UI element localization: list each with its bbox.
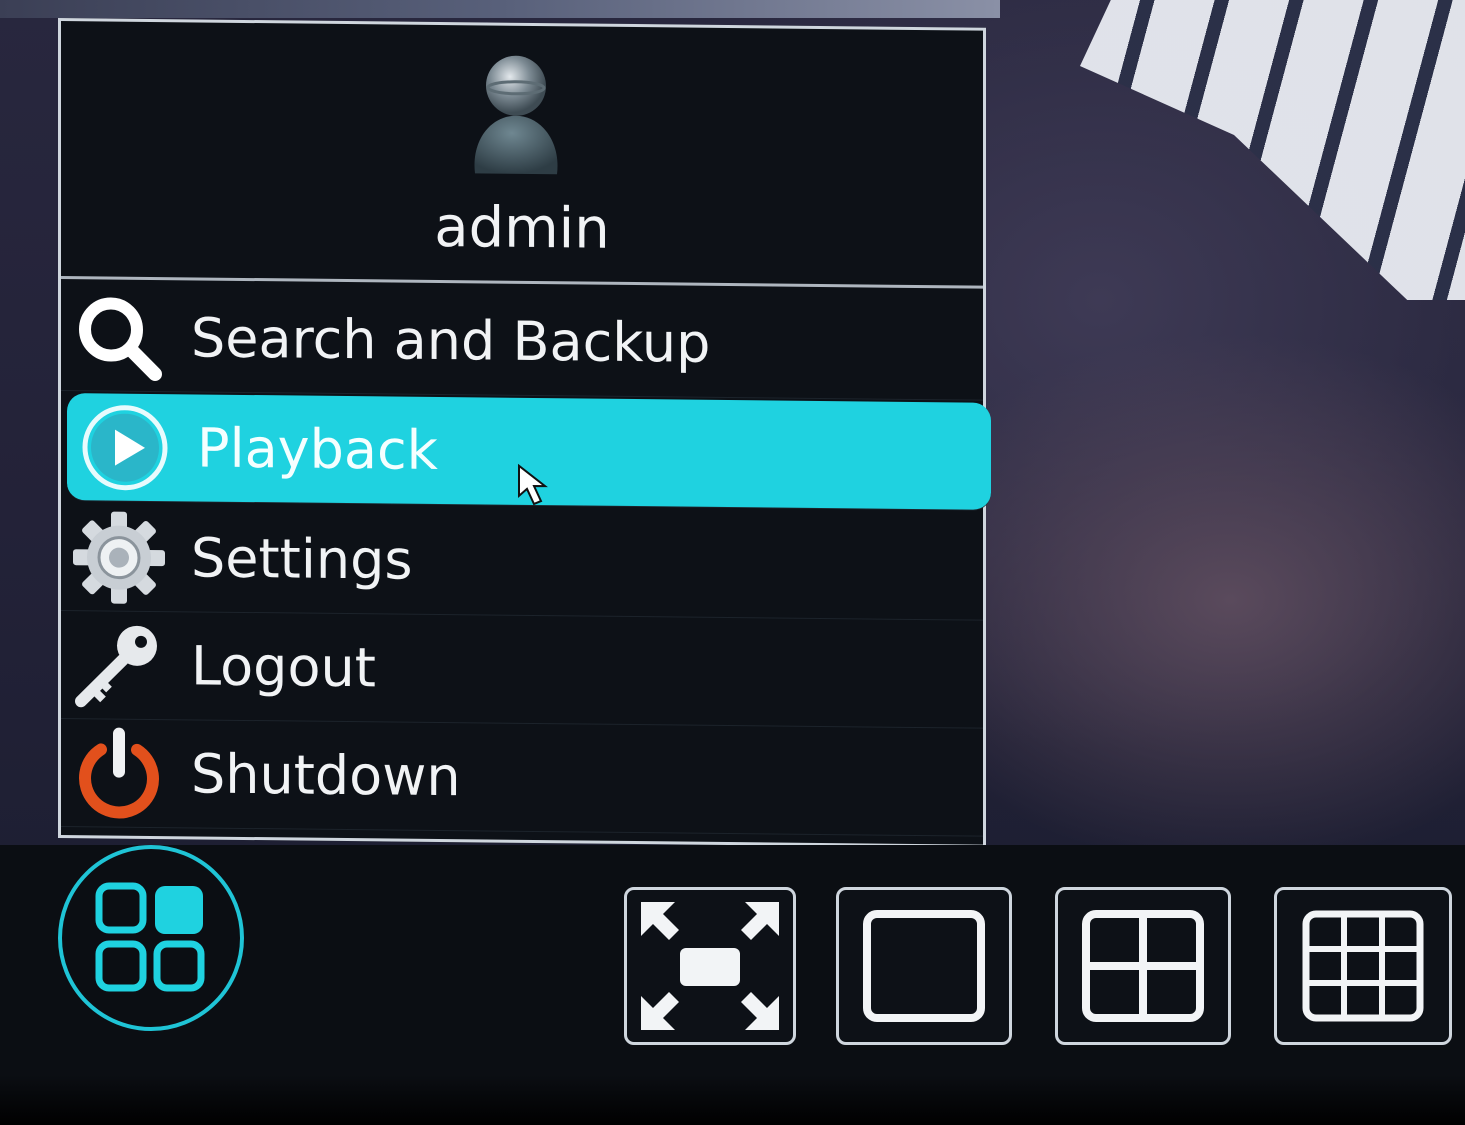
power-icon	[69, 723, 169, 824]
gear-icon	[69, 507, 169, 608]
menu-item-label: Logout	[191, 634, 376, 700]
nine-view-icon	[1302, 910, 1424, 1022]
menu-item-settings[interactable]: Settings	[61, 503, 983, 621]
menu-item-label: Playback	[197, 416, 438, 482]
key-icon	[69, 615, 169, 716]
menu-item-label: Search and Backup	[191, 306, 711, 375]
username-label: admin	[434, 194, 610, 262]
single-view-button[interactable]	[836, 887, 1012, 1045]
menu-item-label: Settings	[191, 526, 413, 592]
layout-menu-button[interactable]	[58, 845, 244, 1031]
quad-view-icon	[1082, 910, 1204, 1022]
nine-view-button[interactable]	[1274, 887, 1452, 1045]
menu-item-logout[interactable]: Logout	[61, 611, 983, 729]
menu-list: Search and Backup Playback Settings Logo…	[61, 283, 991, 837]
dvr-screen: admin Search and Backup Playback Setting…	[0, 0, 1465, 1125]
single-view-icon	[863, 910, 985, 1022]
fullscreen-button[interactable]	[624, 887, 796, 1045]
fullscreen-icon	[641, 902, 779, 1030]
mouse-cursor-icon	[518, 463, 548, 506]
menu-item-shutdown[interactable]: Shutdown	[61, 719, 983, 837]
play-icon	[75, 397, 175, 498]
quad-view-button[interactable]	[1055, 887, 1231, 1045]
search-icon	[69, 287, 169, 388]
user-header: admin	[61, 21, 983, 289]
menu-item-playback[interactable]: Playback	[67, 393, 991, 511]
user-avatar-icon	[474, 55, 558, 175]
layout-grid-icon	[95, 882, 205, 992]
menu-item-label: Shutdown	[191, 742, 461, 809]
camera-window-blinds	[1080, 0, 1465, 300]
menu-item-search-and-backup[interactable]: Search and Backup	[61, 283, 983, 401]
bezel-shadow	[0, 1075, 1465, 1125]
camera-top-strip	[0, 0, 1000, 18]
main-menu-panel: admin Search and Backup Playback Setting…	[58, 18, 991, 848]
